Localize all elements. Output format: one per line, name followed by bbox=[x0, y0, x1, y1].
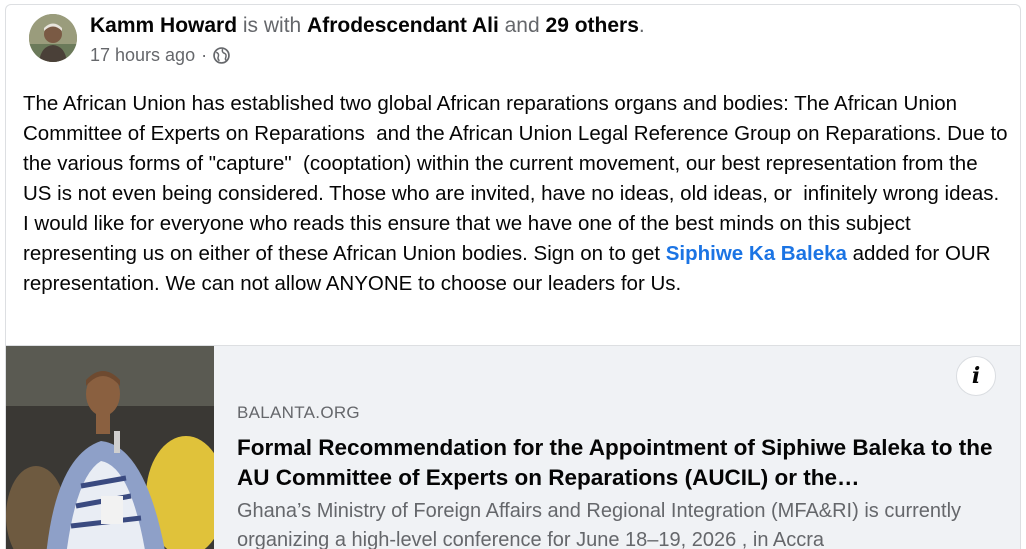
link-preview-card[interactable]: BALANTA.ORG Formal Recommendation for th… bbox=[6, 345, 1020, 549]
link-domain: BALANTA.ORG bbox=[237, 403, 360, 422]
tagged-person[interactable]: Afrodescendant Ali bbox=[307, 14, 499, 37]
post-meta: 17 hours ago · bbox=[90, 43, 230, 67]
link-description: Ghana’s Ministry of Foreign Affairs and … bbox=[237, 500, 962, 549]
and-text: and bbox=[498, 14, 546, 37]
link-text[interactable]: BALANTA.ORG Formal Recommendation for th… bbox=[237, 402, 997, 549]
info-icon[interactable]: i bbox=[956, 356, 996, 396]
post-header-title: Kamm Howard is with Afrodescendant Ali a… bbox=[90, 13, 645, 39]
link-headline[interactable]: Formal Recommendation for the Appointmen… bbox=[237, 433, 997, 493]
tagged-others-link[interactable]: 29 others bbox=[546, 14, 639, 37]
author-name[interactable]: Kamm Howard bbox=[90, 14, 237, 37]
post-text-start: The African Union has established two gl… bbox=[23, 92, 1014, 265]
period: . bbox=[638, 14, 645, 37]
meta-separator: · bbox=[201, 45, 208, 65]
post-timestamp[interactable]: 17 hours ago bbox=[90, 43, 195, 67]
avatar-image bbox=[29, 14, 77, 62]
thumbnail-image bbox=[6, 346, 214, 549]
link-thumbnail[interactable] bbox=[6, 346, 214, 549]
post-body: The African Union has established two gl… bbox=[23, 89, 1008, 299]
mention-link[interactable]: Siphiwe Ka Baleka bbox=[666, 242, 847, 265]
author-avatar[interactable] bbox=[29, 14, 77, 62]
globe-icon[interactable] bbox=[213, 46, 230, 64]
with-text: is with bbox=[237, 14, 308, 37]
post-card: Kamm Howard is with Afrodescendant Ali a… bbox=[5, 4, 1021, 549]
